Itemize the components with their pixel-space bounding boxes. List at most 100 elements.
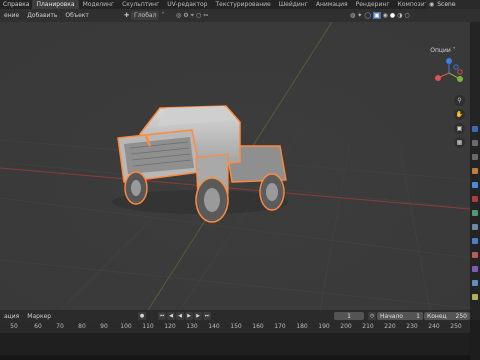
- timeline-header: ация Маркер ● ⏮ ◀ ◀ ▶ ▶ ⏭ 1 ◷ Начало 1 К…: [0, 310, 470, 322]
- ruler-tick: 120: [164, 323, 176, 330]
- grid-view-icon[interactable]: ▦: [454, 137, 465, 148]
- tab-sculpting[interactable]: Скульптинг: [118, 0, 163, 9]
- menu-animation[interactable]: ация: [0, 313, 23, 320]
- modifier-tab-icon[interactable]: [472, 182, 478, 188]
- ruler-tick: 170: [274, 323, 286, 330]
- snap-target-icon[interactable]: ⌖: [191, 12, 194, 20]
- ruler-tick: 190: [318, 323, 330, 330]
- pan-icon[interactable]: ✋: [454, 109, 465, 120]
- snap-icon[interactable]: ⚙: [183, 12, 188, 19]
- ruler-tick: 100: [120, 323, 132, 330]
- chevron-down-icon: ˅: [452, 47, 456, 54]
- jump-end-icon[interactable]: ⏭: [203, 312, 211, 320]
- menu-view[interactable]: ение: [0, 12, 23, 19]
- proportional-edit-icon[interactable]: ○: [196, 12, 201, 19]
- menu-marker[interactable]: Маркер: [23, 313, 55, 320]
- xray-icon[interactable]: ▣: [373, 12, 381, 19]
- ruler-tick: 50: [10, 323, 18, 330]
- shading-material-icon[interactable]: ◑: [397, 12, 402, 19]
- scene-selector[interactable]: ◉ Scene: [426, 0, 480, 9]
- pivot-icon: ◎: [176, 12, 182, 19]
- tab-shading[interactable]: Шейдинг: [275, 0, 312, 9]
- world-tab-icon[interactable]: [472, 280, 478, 286]
- overlay-icon[interactable]: ◯: [364, 12, 371, 19]
- play-reverse-icon[interactable]: ◀: [176, 312, 184, 320]
- ruler-tick: 60: [34, 323, 42, 330]
- viewport-header: ение Добавить Объект ✚ Глобал ˅ ◎ ⚙ ⌖ ○ …: [0, 9, 480, 22]
- options-label: Опции: [430, 47, 451, 54]
- menu-object[interactable]: Объект: [61, 12, 92, 19]
- tab-rendering[interactable]: Рендеринг: [352, 0, 394, 9]
- play-icon[interactable]: ▶: [185, 312, 193, 320]
- start-value: 1: [416, 312, 420, 320]
- scene-tab-icon[interactable]: [472, 294, 478, 300]
- end-frame-field[interactable]: Конец 250: [424, 312, 470, 320]
- current-frame-field[interactable]: 1: [334, 312, 364, 320]
- orientation-select[interactable]: Глобал: [131, 11, 160, 20]
- options-dropdown[interactable]: Опции ˅: [430, 46, 456, 55]
- zoom-icon[interactable]: ⚲: [454, 95, 465, 106]
- ruler-tick: 110: [142, 323, 154, 330]
- tab-texture-paint[interactable]: Текстурирование: [211, 0, 274, 9]
- ruler-tick: 70: [56, 323, 64, 330]
- ruler-tick: 140: [208, 323, 220, 330]
- jump-start-icon[interactable]: ⏮: [158, 312, 166, 320]
- navigation-icons: ⚲ ✋ ▣ ▦: [454, 95, 466, 151]
- ruler-tick: 90: [100, 323, 108, 330]
- gizmo-toggle-icon[interactable]: ✦: [357, 12, 362, 19]
- start-frame-field[interactable]: Начало 1: [377, 312, 423, 320]
- material-tab-icon[interactable]: [472, 252, 478, 258]
- tool-tab-icon[interactable]: [472, 126, 478, 132]
- viewport-gizmo-controls[interactable]: ◍ ✦ ◯ ▣ ◉ ● ◑ ○: [350, 12, 410, 19]
- properties-tabs: [470, 22, 480, 320]
- end-value: 250: [455, 312, 467, 320]
- scene-icon: ◉: [429, 1, 435, 8]
- texture-tab-icon[interactable]: [472, 266, 478, 272]
- ruler-tick: 180: [296, 323, 308, 330]
- menu-help[interactable]: Справка: [0, 0, 32, 9]
- ruler-tick: 210: [362, 323, 374, 330]
- viewport-grid: [0, 22, 470, 310]
- tab-uv-editing[interactable]: UV-редактор: [163, 0, 211, 9]
- next-keyframe-icon[interactable]: ▶: [194, 312, 202, 320]
- tab-animation[interactable]: Анимация: [312, 0, 352, 9]
- render-tab-icon[interactable]: [472, 140, 478, 146]
- camera-icon[interactable]: ▣: [454, 123, 465, 134]
- topbar: Справка Планировка Моделинг Скульптинг U…: [0, 0, 480, 9]
- record-icon[interactable]: ●: [138, 312, 146, 320]
- current-frame[interactable]: 1: [334, 311, 364, 321]
- transform-orientation[interactable]: ✚ Глобал ˅: [124, 11, 164, 20]
- timeline-ruler[interactable]: 50 60 70 80 90 100 110 120 130 140 150 1…: [0, 322, 470, 333]
- shading-solid-icon[interactable]: ●: [390, 12, 395, 19]
- shading-rendered-icon[interactable]: ○: [404, 12, 409, 19]
- particles-tab-icon[interactable]: [472, 196, 478, 202]
- pivot-controls[interactable]: ◎ ⚙ ⌖ ○ ∾: [176, 12, 208, 20]
- output-tab-icon[interactable]: [472, 154, 478, 160]
- timeline-scrollbar[interactable]: [0, 355, 470, 360]
- ruler-tick: 150: [230, 323, 242, 330]
- navigation-gizmo[interactable]: [434, 58, 464, 88]
- data-tab-icon[interactable]: [472, 238, 478, 244]
- physics-tab-icon[interactable]: [472, 210, 478, 216]
- playback-controls: ⏮ ◀ ◀ ▶ ▶ ⏭: [158, 311, 211, 321]
- constraints-tab-icon[interactable]: [472, 224, 478, 230]
- tab-modeling[interactable]: Моделинг: [79, 0, 119, 9]
- falloff-icon[interactable]: ∾: [203, 12, 208, 19]
- ruler-tick: 160: [252, 323, 264, 330]
- 3d-viewport[interactable]: Опции ˅ ⚲ ✋ ▣ ▦: [0, 22, 470, 310]
- prev-keyframe-icon[interactable]: ◀: [167, 312, 175, 320]
- visibility-icon[interactable]: ◍: [350, 12, 355, 19]
- chevron-down-icon: ˅: [161, 12, 165, 19]
- scene-name: Scene: [437, 1, 456, 8]
- preview-range-icon[interactable]: ◷: [368, 312, 376, 320]
- end-label: Конец: [427, 312, 447, 320]
- ruler-tick: 230: [406, 323, 418, 330]
- ruler-tick: 220: [384, 323, 396, 330]
- shading-wire-icon[interactable]: ◉: [383, 12, 388, 19]
- menu-add[interactable]: Добавить: [23, 12, 61, 19]
- record-control[interactable]: ●: [138, 311, 146, 321]
- start-label: Начало: [380, 312, 403, 320]
- transform-icon: ✚: [124, 12, 130, 19]
- tab-layout[interactable]: Планировка: [32, 0, 79, 9]
- object-tab-icon[interactable]: [472, 168, 478, 174]
